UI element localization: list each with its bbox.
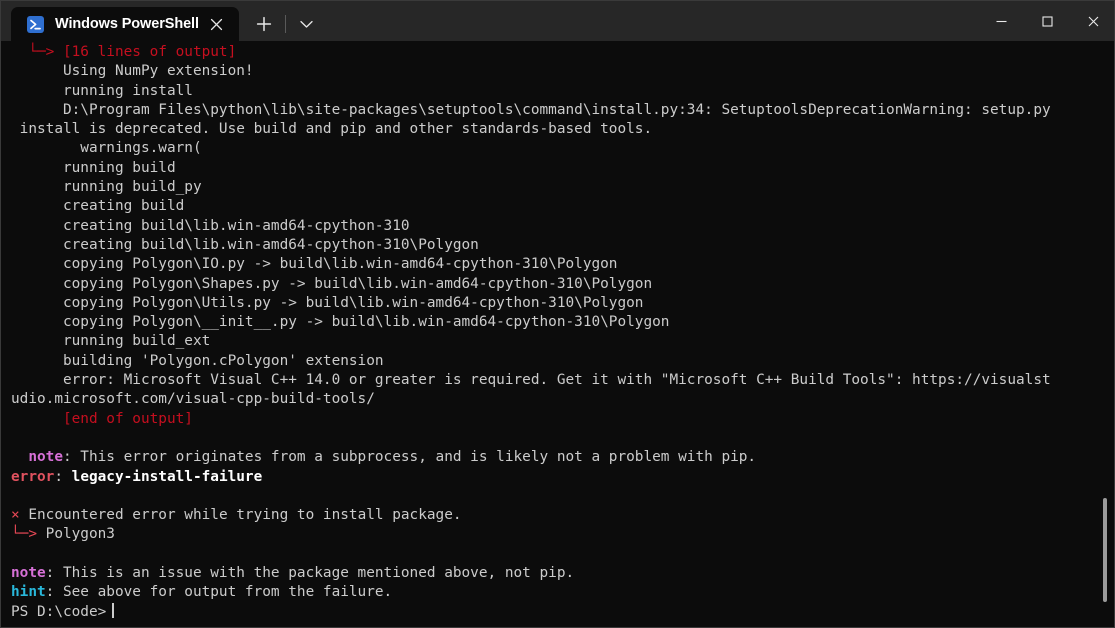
terminal-window: Windows PowerShell └─> [16 lines of outp… bbox=[0, 0, 1115, 628]
prompt-line: PS D:\code> bbox=[11, 602, 1051, 622]
terminal-text: D:\Program Files\python\lib\site-package… bbox=[11, 101, 1051, 118]
new-tab-button[interactable] bbox=[247, 7, 281, 41]
terminal-line: creating build bbox=[11, 197, 1051, 216]
terminal-text: running build_ext bbox=[11, 333, 211, 350]
terminal-text: copying Polygon\__init__.py -> build\lib… bbox=[11, 314, 670, 331]
terminal-text: : This error originates from a subproces… bbox=[62, 449, 757, 466]
terminal-text: : bbox=[54, 468, 72, 485]
terminal-text: install is deprecated. Use build and pip… bbox=[11, 121, 653, 138]
shell-prompt: PS D:\code> bbox=[11, 603, 107, 620]
terminal-line: D:\Program Files\python\lib\site-package… bbox=[11, 101, 1051, 120]
terminal-text: running build_py bbox=[11, 179, 202, 196]
terminal-line: error: Microsoft Visual C++ 14.0 or grea… bbox=[11, 371, 1051, 390]
terminal-line: install is deprecated. Use build and pip… bbox=[11, 120, 1051, 139]
close-tab-icon[interactable] bbox=[203, 11, 229, 37]
terminal-line: creating build\lib.win-amd64-cpython-310 bbox=[11, 217, 1051, 236]
terminal-line: creating build\lib.win-amd64-cpython-310… bbox=[11, 236, 1051, 255]
terminal-line: × Encountered error while trying to inst… bbox=[11, 506, 1051, 525]
terminal-line: └─> Polygon3 bbox=[11, 525, 1051, 544]
terminal-text: Encountered error while trying to instal… bbox=[19, 507, 462, 524]
terminal-text: legacy-install-failure bbox=[71, 468, 263, 485]
terminal-line: hint: See above for output from the fail… bbox=[11, 583, 1051, 602]
text-cursor bbox=[112, 602, 115, 618]
terminal-line: copying Polygon\IO.py -> build\lib.win-a… bbox=[11, 255, 1051, 274]
maximize-button[interactable] bbox=[1024, 1, 1070, 41]
terminal-text: note bbox=[11, 565, 46, 582]
terminal-text: Using NumPy extension! bbox=[11, 63, 254, 80]
terminal-text: × bbox=[11, 507, 20, 524]
terminal-text: creating build bbox=[11, 198, 185, 215]
terminal-line: note: This is an issue with the package … bbox=[11, 564, 1051, 583]
terminal-text: note bbox=[28, 449, 63, 466]
terminal-line: running build bbox=[11, 159, 1051, 178]
terminal-text: creating build\lib.win-amd64-cpython-310 bbox=[11, 217, 410, 234]
tab-windows-powershell[interactable]: Windows PowerShell bbox=[11, 7, 239, 41]
scrollbar-thumb[interactable] bbox=[1103, 498, 1107, 602]
terminal-text: Polygon3 bbox=[45, 526, 115, 543]
terminal-text: error: Microsoft Visual C++ 14.0 or grea… bbox=[11, 372, 1051, 389]
terminal-text: creating build\lib.win-amd64-cpython-310… bbox=[11, 236, 479, 253]
terminal-text: └─> bbox=[11, 526, 46, 543]
terminal-text: warnings.warn( bbox=[11, 140, 202, 157]
terminal-text: udio.microsoft.com/visual-cpp-build-tool… bbox=[11, 391, 375, 408]
title-bar: Windows PowerShell bbox=[1, 1, 1114, 41]
terminal-line: copying Polygon\Shapes.py -> build\lib.w… bbox=[11, 275, 1051, 294]
terminal-text: : See above for output from the failure. bbox=[45, 584, 393, 601]
tab-title: Windows PowerShell bbox=[55, 16, 199, 32]
terminal-line: running build_py bbox=[11, 178, 1051, 197]
tab-dropdown-button[interactable] bbox=[290, 7, 322, 41]
terminal-line: warnings.warn( bbox=[11, 139, 1051, 158]
terminal-line: copying Polygon\__init__.py -> build\lib… bbox=[11, 313, 1051, 332]
powershell-icon bbox=[27, 15, 44, 33]
terminal-line: └─> [16 lines of output] bbox=[11, 43, 1051, 62]
terminal-text: └─> bbox=[28, 44, 63, 60]
terminal-text: [end of output] bbox=[11, 410, 193, 427]
terminal-line: building 'Polygon.cPolygon' extension bbox=[11, 352, 1051, 371]
terminal-line: copying Polygon\Utils.py -> build\lib.wi… bbox=[11, 294, 1051, 313]
terminal-line: [end of output] bbox=[11, 410, 1051, 429]
terminal-scrollbar[interactable] bbox=[1101, 41, 1114, 627]
window-controls bbox=[978, 1, 1114, 41]
terminal-text: hint bbox=[11, 584, 46, 601]
terminal-output-area[interactable]: └─> [16 lines of output] Using NumPy ext… bbox=[1, 41, 1114, 627]
terminal-line: running install bbox=[11, 82, 1051, 101]
terminal-line: Using NumPy extension! bbox=[11, 62, 1051, 81]
terminal-line: udio.microsoft.com/visual-cpp-build-tool… bbox=[11, 390, 1051, 409]
terminal-line: note: This error originates from a subpr… bbox=[11, 448, 1051, 467]
terminal-screen: └─> [16 lines of output] Using NumPy ext… bbox=[11, 43, 1051, 622]
terminal-text: error bbox=[11, 468, 55, 485]
tab-strip: Windows PowerShell bbox=[1, 1, 322, 41]
terminal-text: running install bbox=[11, 82, 193, 99]
minimize-button[interactable] bbox=[978, 1, 1024, 41]
tab-bar-separator bbox=[285, 15, 286, 33]
terminal-text: copying Polygon\IO.py -> build\lib.win-a… bbox=[11, 256, 618, 273]
terminal-line: running build_ext bbox=[11, 332, 1051, 351]
terminal-text: copying Polygon\Shapes.py -> build\lib.w… bbox=[11, 275, 653, 292]
terminal-text: building 'Polygon.cPolygon' extension bbox=[11, 352, 384, 369]
terminal-text: : This is an issue with the package ment… bbox=[45, 565, 575, 582]
terminal-text: running build bbox=[11, 159, 176, 176]
terminal-line: error: legacy-install-failure bbox=[11, 468, 1051, 487]
terminal-text: copying Polygon\Utils.py -> build\lib.wi… bbox=[11, 294, 644, 311]
terminal-text: [16 lines of output] bbox=[62, 44, 237, 60]
close-window-button[interactable] bbox=[1070, 1, 1114, 41]
